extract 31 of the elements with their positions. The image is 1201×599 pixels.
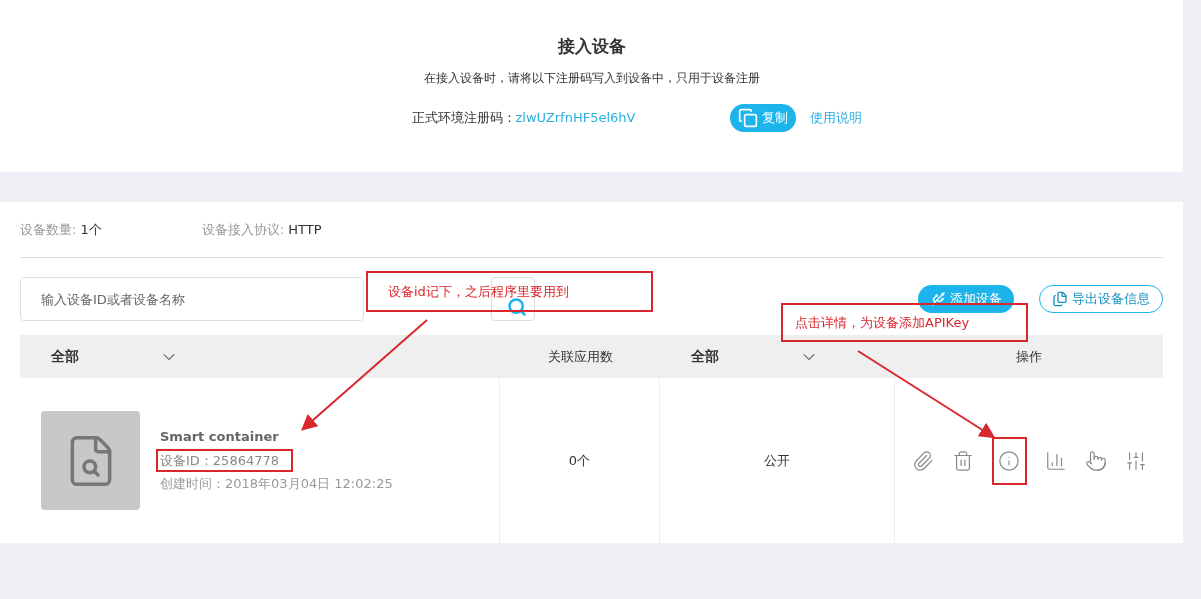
column-header: 操作 <box>1016 347 1042 366</box>
created-time: 创建时间：2018年03月04日 12:02:25 <box>160 475 393 494</box>
annotation-tooltip: 点击详情，为设备添加APIKey <box>781 303 1028 342</box>
code-label: 正式环境注册码： <box>411 108 516 127</box>
column-header: 关联应用数 <box>547 347 613 366</box>
trash-icon[interactable] <box>951 449 974 472</box>
device-name: Smart container <box>160 428 279 447</box>
copy-button[interactable]: 复制 <box>729 103 796 132</box>
subtitle: 在接入设备时，请将以下注册码写入到设备中，只用于设备注册 <box>423 69 760 87</box>
table-cell-text: 0个 <box>568 451 591 470</box>
device-id: 设备ID：25864778 <box>156 448 293 473</box>
sliders-icon[interactable] <box>1124 449 1147 472</box>
annotation-tooltip: 设备id记下，之后程序里要用到 <box>366 271 653 312</box>
table-cell-text: 公开 <box>764 451 790 470</box>
page-title: 接入设备 <box>557 35 626 58</box>
help-link[interactable]: 使用说明 <box>809 107 862 128</box>
search-icon <box>507 297 527 317</box>
files-icon <box>1052 291 1068 307</box>
export-button[interactable]: 导出设备信息 <box>1039 285 1163 313</box>
column-filter-label: 全部 <box>51 347 79 366</box>
column-filter-label: 全部 <box>691 347 719 366</box>
copy-icon <box>737 107 758 128</box>
info-icon[interactable] <box>998 449 1020 472</box>
registration-code: zlwUZrfnHF5el6hV <box>515 108 637 127</box>
stat-text: 设备接入协议: HTTP <box>201 220 322 239</box>
usb-icon <box>930 291 946 307</box>
paperclip-icon[interactable] <box>911 449 934 472</box>
bar-chart-icon[interactable] <box>1044 449 1067 472</box>
pointer-icon[interactable] <box>1084 449 1107 472</box>
stat-text: 设备数量: 1个 <box>20 220 102 239</box>
search-field[interactable]: 输入设备ID或者设备名称 <box>20 277 364 321</box>
